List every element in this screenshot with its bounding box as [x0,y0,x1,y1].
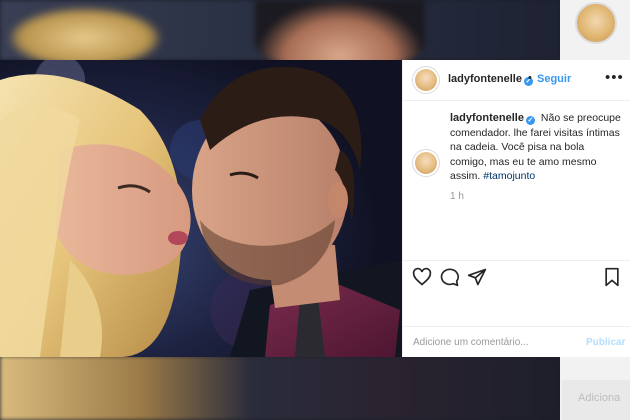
post-modal: ladyfontenelle ✓ • Seguir ••• ladyfontene… [0,60,630,357]
comment-input[interactable] [413,333,563,351]
publish-button[interactable]: Publicar [586,337,625,348]
action-bar [403,260,630,291]
backdrop-image-bottom [0,356,560,420]
comment-button[interactable] [440,267,460,287]
save-button[interactable] [602,267,622,287]
follow-button[interactable]: Seguir [537,73,571,85]
header-separator: • [528,72,532,84]
caption-time: 1 h [450,191,464,202]
caption-hashtag[interactable]: #tamojunto [483,170,535,182]
share-icon [467,268,487,286]
backdrop-comment-text: Adiciona [578,392,621,404]
bookmark-icon [605,267,619,287]
post-header: ladyfontenelle ✓ • Seguir ••• [403,60,630,101]
author-username[interactable]: ladyfontenelle ✓ [448,73,533,86]
caption-text: ladyfontenelle ✓ Não se preocupe comendad… [450,111,622,184]
caption-username[interactable]: ladyfontenelle ✓ [450,112,535,125]
caption-avatar[interactable] [412,149,440,177]
like-button[interactable] [412,267,432,287]
caption-verified-icon: ✓ [525,116,535,125]
backdrop-blonde-hair [10,8,160,68]
post-meta [403,292,630,322]
post-photo[interactable] [0,60,402,357]
share-button[interactable] [467,267,487,287]
comment-icon [440,268,460,287]
caption-block: ladyfontenelle ✓ Não se preocupe comendad… [403,101,630,256]
more-options-icon[interactable]: ••• [605,69,624,86]
post-photo-illustration [0,60,402,357]
backdrop-avatar [575,2,617,44]
post-side-panel: ladyfontenelle ✓ • Seguir ••• ladyfontene… [402,60,630,357]
author-avatar[interactable] [412,66,440,94]
comment-bar: Publicar [403,326,630,358]
heart-icon [412,267,432,286]
